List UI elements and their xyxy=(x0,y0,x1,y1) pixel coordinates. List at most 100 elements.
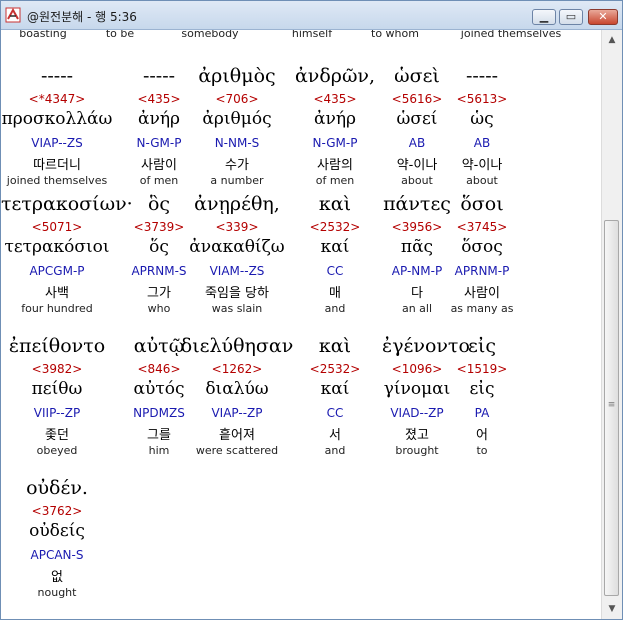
word-column[interactable]: εἰς <1519> εἰς PA 어 to xyxy=(447,335,517,463)
strongs-number[interactable]: <339> xyxy=(177,220,297,234)
parsing-code: N-NM-S xyxy=(214,136,260,150)
greek-word: ἐπείθοντο xyxy=(8,335,106,357)
vertical-scrollbar[interactable]: ▲ ≡ ▼ xyxy=(601,30,622,619)
english-gloss: about xyxy=(466,174,498,187)
parsing-code: VIAP--ZS xyxy=(31,136,83,150)
word-column[interactable]: ----- <5613> ὡς AB 약-이나 about xyxy=(447,65,517,193)
minimize-icon: ▁ xyxy=(539,10,549,23)
strongs-number[interactable]: <3762> xyxy=(1,504,113,518)
korean-gloss: 사백 xyxy=(45,286,69,301)
lemma-word: εἰς xyxy=(469,379,495,399)
greek-word: ----- xyxy=(465,65,499,87)
greek-word: ὡσεὶ xyxy=(394,65,440,87)
korean-gloss: 서 xyxy=(329,428,341,443)
gloss-text: to be xyxy=(105,30,135,40)
close-icon: ✕ xyxy=(598,10,608,23)
lemma-word: ἀνακαθίζω xyxy=(189,237,285,257)
parsing-code: N-GM-P xyxy=(312,136,358,150)
strongs-number[interactable]: <2532> xyxy=(285,362,385,376)
english-gloss: obeyed xyxy=(36,444,78,457)
app-window: @원전분해 - 행 5:36 ▁ ▭ ✕ boasting to be somebo… xyxy=(0,0,623,620)
english-gloss: four hundred xyxy=(21,302,93,315)
gloss-text: somebody xyxy=(181,30,239,40)
parsing-code: APCGM-P xyxy=(29,264,85,278)
title-bar[interactable]: @원전분해 - 행 5:36 ▁ ▭ ✕ xyxy=(1,1,622,30)
korean-gloss: 약-이나 xyxy=(461,158,503,173)
word-column[interactable]: ὡσεὶ <5616> ὡσεί AB 약-이나 about xyxy=(382,65,452,193)
strongs-number[interactable]: <5071> xyxy=(1,220,113,234)
parsing-code: VIAM--ZS xyxy=(209,264,265,278)
word-column[interactable]: πάντες <3956> πᾶς AP-NM-P 다 an all xyxy=(382,193,452,321)
korean-gloss: 사람의 xyxy=(317,158,353,173)
korean-gloss: 없 xyxy=(51,570,63,585)
strongs-number[interactable]: <3745> xyxy=(447,220,517,234)
gloss-text: boasting xyxy=(19,30,67,40)
strongs-number[interactable]: <5616> xyxy=(382,92,452,106)
scrollbar-thumb[interactable]: ≡ xyxy=(604,220,619,596)
korean-gloss: 다 xyxy=(411,286,423,301)
word-column[interactable]: ἀνδρῶν, <435> ἀνήρ N-GM-P 사람의 of men xyxy=(285,65,385,193)
strongs-number[interactable]: <2532> xyxy=(285,220,385,234)
english-gloss: was slain xyxy=(211,302,263,315)
english-gloss: joined themselves xyxy=(6,174,108,187)
minimize-button[interactable]: ▁ xyxy=(532,9,556,25)
scroll-up-icon[interactable]: ▲ xyxy=(604,32,620,48)
word-column[interactable]: ἐγένοντο <1096> γίνομαι VIAD--ZP 졌고 brought xyxy=(382,335,470,463)
greek-word: ἐγένοντο xyxy=(382,335,470,357)
strongs-number[interactable]: <1262> xyxy=(177,362,297,376)
word-column[interactable]: ἀριθμὸς <706> ἀριθμός N-NM-S 수가 a number xyxy=(177,65,297,193)
greek-word: ----- xyxy=(40,65,74,87)
parsing-code: VIAP--ZP xyxy=(211,406,263,420)
word-column[interactable]: καὶ <2532> καί CC 서 and xyxy=(285,335,385,463)
logo-icon[interactable] xyxy=(5,7,21,23)
strongs-number[interactable]: <*4347> xyxy=(1,92,113,106)
english-gloss: were scattered xyxy=(195,444,279,457)
strongs-number[interactable]: <1519> xyxy=(447,362,517,376)
word-column[interactable]: ἀνῃρέθη, <339> ἀνακαθίζω VIAM--ZS 죽임을 당하 was … xyxy=(177,193,297,321)
strongs-number[interactable]: <435> xyxy=(285,92,385,106)
lemma-word: ὅσος xyxy=(461,237,503,257)
korean-gloss: 좇던 xyxy=(45,428,69,443)
korean-gloss: 따르더니 xyxy=(33,158,81,173)
english-gloss: to xyxy=(476,444,488,457)
interlinear-view[interactable]: boasting to be somebody himself to whom joine… xyxy=(1,30,601,619)
word-column[interactable]: ----- <*4347> προσκολλάω VIAP--ZS 따르더니 joined… xyxy=(1,65,113,193)
word-column[interactable]: ὅσοι <3745> ὅσος APRNM-P 사람이 as many as xyxy=(447,193,517,321)
greek-word: ἀνδρῶν, xyxy=(294,65,376,87)
english-gloss: nought xyxy=(37,586,77,599)
parsing-code: AP-NM-P xyxy=(391,264,443,278)
strongs-number[interactable]: <5613> xyxy=(447,92,517,106)
english-gloss: and xyxy=(324,302,346,315)
english-gloss: as many as xyxy=(450,302,514,315)
window-title: @원전분해 - 행 5:36 xyxy=(27,10,137,24)
korean-gloss: 약-이나 xyxy=(396,158,438,173)
greek-word: καὶ xyxy=(318,335,352,357)
lemma-word: γίνομαι xyxy=(383,379,451,399)
close-button[interactable]: ✕ xyxy=(588,9,618,25)
word-column[interactable]: καὶ <2532> καί CC 매 and xyxy=(285,193,385,321)
english-gloss: a number xyxy=(210,174,264,187)
scrollbar-grip-icon: ≡ xyxy=(607,400,616,410)
maximize-icon: ▭ xyxy=(565,10,577,23)
greek-word: πάντες xyxy=(383,193,451,215)
strongs-number[interactable]: <3982> xyxy=(1,362,113,376)
english-gloss: an all xyxy=(401,302,433,315)
greek-word: ἀριθμὸς xyxy=(198,65,276,87)
korean-gloss: 매 xyxy=(329,286,341,301)
maximize-button[interactable]: ▭ xyxy=(559,9,583,25)
greek-word: οὐδέν. xyxy=(26,477,88,499)
parsing-code: VIIP--ZP xyxy=(33,406,81,420)
parsing-code: APRNM-P xyxy=(454,264,510,278)
parsing-code: APCAN-S xyxy=(30,548,84,562)
strongs-number[interactable]: <3956> xyxy=(382,220,452,234)
strongs-number[interactable]: <1096> xyxy=(382,362,452,376)
lemma-word: ἀνήρ xyxy=(314,109,356,129)
scroll-down-icon[interactable]: ▼ xyxy=(604,601,620,617)
parsing-code: AB xyxy=(408,136,426,150)
word-column[interactable]: ἐπείθοντο <3982> πείθω VIIP--ZP 좇던 obeyed xyxy=(1,335,113,463)
word-column[interactable]: οὐδέν. <3762> οὐδείς APCAN-S 없 nought xyxy=(1,477,113,605)
word-column[interactable]: διελύθησαν <1262> διαλύω VIAP--ZP 흩어져 were sc… xyxy=(177,335,297,463)
strongs-number[interactable]: <706> xyxy=(177,92,297,106)
word-column[interactable]: τετρακοσίων· <5071> τετρακόσιοι APCGM-P 사백 fo… xyxy=(1,193,133,321)
english-gloss: brought xyxy=(395,444,439,457)
